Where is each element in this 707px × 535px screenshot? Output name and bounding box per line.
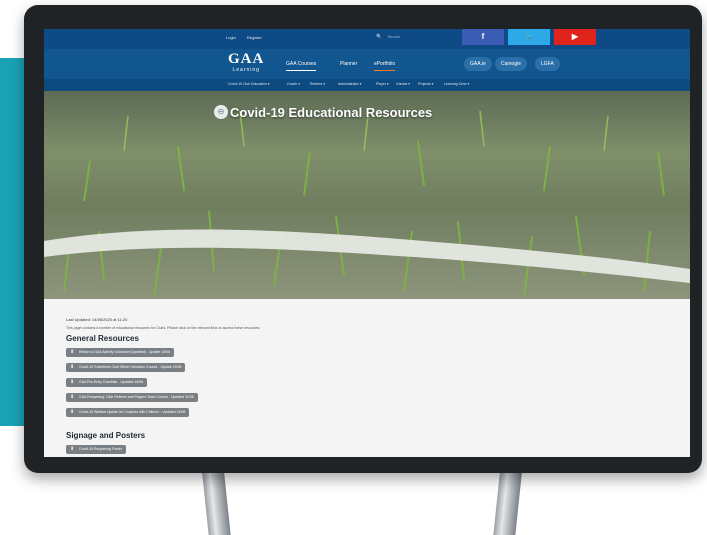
- gaa-learning-logo[interactable]: GAA Learning: [228, 51, 265, 74]
- nav-eportfolio[interactable]: ePortfolio: [374, 61, 396, 71]
- youtube-button[interactable]: ▶: [554, 29, 596, 45]
- grass-field-image: [44, 110, 690, 297]
- hero-badge-icon: ⊖: [214, 105, 228, 119]
- resource-label: Covid-19 Welfare Update for Coaches with…: [79, 410, 186, 414]
- subnav-administrator[interactable]: Administrator ▾: [338, 82, 361, 86]
- search-placeholder: Search: [387, 34, 401, 39]
- pill-camogie[interactable]: Camogie: [495, 57, 528, 71]
- monitor-frame: Login Register 🔍 Search f 🐦 ▶ GAA Learni…: [24, 5, 702, 473]
- resource-button[interactable]: ⬇ GAA Pre-Entry Checklist - Updated 15/0…: [66, 378, 148, 387]
- download-icon: ⬇: [70, 409, 75, 415]
- subnav-covid-club-education[interactable]: Covid-19 Club Education ▾: [228, 82, 269, 86]
- sub-nav: Covid-19 Club Education ▾ Coach ▾ Refere…: [44, 79, 690, 91]
- login-link[interactable]: Login: [226, 35, 236, 40]
- hero-banner: ⊖ Covid-19 Educational Resources: [44, 91, 690, 299]
- download-icon: ⬇: [70, 349, 75, 355]
- nav-planner[interactable]: Planner: [340, 61, 357, 67]
- subnav-learning-zone[interactable]: Learning Zone ▾: [444, 82, 469, 86]
- pill-gaa-ie[interactable]: GAA.ie: [464, 57, 492, 71]
- download-icon: ⬇: [70, 446, 75, 452]
- resource-button[interactable]: ⬇ Covid-19 Welfare Update for Coaches wi…: [66, 408, 190, 417]
- pill-lgfa[interactable]: LGFA: [535, 57, 560, 71]
- signage-button[interactable]: ⬇ Covid-19 Reopening Poster: [66, 445, 126, 454]
- resource-label: Return to GAA Activity Guidance (Updated…: [79, 350, 171, 354]
- signage-label: Covid-19 Reopening Poster: [79, 447, 122, 451]
- top-bar: Login Register 🔍 Search f 🐦 ▶: [44, 29, 690, 49]
- download-icon: ⬇: [70, 364, 75, 370]
- resource-button[interactable]: ⬇ GAA Reopening: Club Referee and Player…: [66, 393, 198, 402]
- facebook-button[interactable]: f: [462, 29, 504, 45]
- main-nav: GAA Learning GAA Courses Planner ePortfo…: [44, 49, 690, 79]
- register-link[interactable]: Register: [247, 35, 262, 40]
- download-icon: ⬇: [70, 379, 75, 385]
- last-updated-text: Last Updated: 14/06/2020 at 11:20: [66, 317, 128, 322]
- intro-text: This page contains a number of education…: [66, 326, 261, 330]
- download-icon: ⬇: [70, 394, 75, 400]
- subnav-projects[interactable]: Projects ▾: [418, 82, 433, 86]
- logo-mark: GAA: [228, 51, 265, 67]
- resource-label: Covid-19 Guidelines Club Officer Inducti…: [79, 365, 182, 369]
- signage-heading: Signage and Posters: [66, 431, 146, 440]
- logo-subtitle: Learning: [232, 67, 260, 73]
- top-links: Login Register: [226, 35, 272, 40]
- resource-label: GAA Reopening: Club Referee and Players …: [79, 395, 194, 399]
- resource-button[interactable]: ⬇ Return to GAA Activity Guidance (Updat…: [66, 348, 175, 357]
- nav-gaa-courses[interactable]: GAA Courses: [286, 61, 317, 71]
- general-resources-heading: General Resources: [66, 334, 139, 343]
- resource-label: GAA Pre-Entry Checklist - Updated 15/06: [79, 380, 144, 384]
- search-box[interactable]: 🔍 Search: [376, 34, 400, 40]
- search-icon: 🔍: [376, 34, 383, 40]
- monitor-stand-left-leg: [201, 465, 231, 535]
- subnav-coach[interactable]: Coach ▾: [287, 82, 300, 86]
- subnav-referee[interactable]: Referee ▾: [310, 82, 325, 86]
- website-screen: Login Register 🔍 Search f 🐦 ▶ GAA Learni…: [44, 29, 690, 457]
- subnav-games[interactable]: Games ▾: [396, 82, 410, 86]
- page-title: Covid-19 Educational Resources: [230, 105, 433, 120]
- twitter-button[interactable]: 🐦: [508, 29, 550, 45]
- monitor-stand-right-leg: [493, 465, 523, 535]
- main-content: Last Updated: 14/06/2020 at 11:20 This p…: [44, 299, 690, 457]
- resource-button[interactable]: ⬇ Covid-19 Guidelines Club Officer Induc…: [66, 363, 186, 372]
- subnav-player[interactable]: Player ▾: [376, 82, 389, 86]
